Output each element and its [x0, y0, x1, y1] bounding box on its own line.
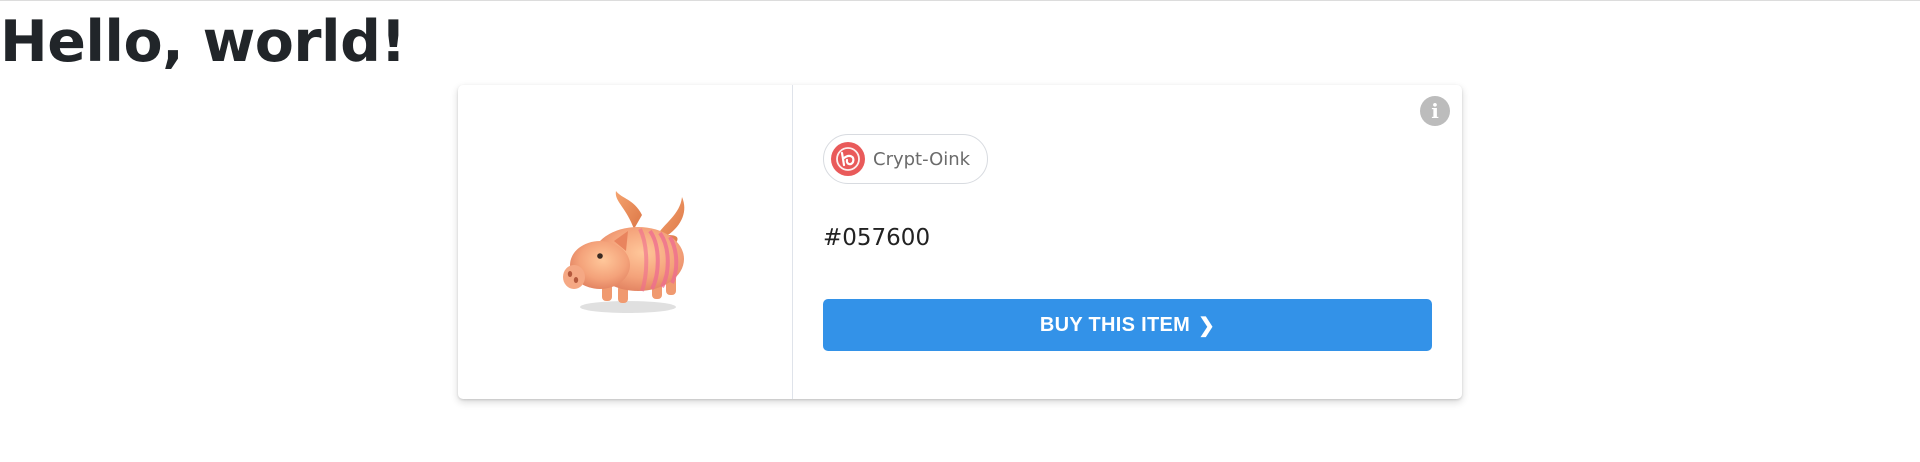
page-title: Hello, world! [0, 9, 406, 75]
info-icon[interactable]: i [1420, 96, 1450, 126]
item-card: i Crypt-Oink #057600 BUY THIS ITEM ❯ [458, 85, 1462, 399]
collection-badge[interactable]: Crypt-Oink [823, 134, 989, 184]
crypt-oink-logo-icon [831, 142, 865, 176]
item-image-panel [458, 85, 793, 399]
top-divider [0, 0, 1920, 1]
buy-button-label: BUY THIS ITEM [1039, 313, 1191, 336]
item-id: #057600 [823, 225, 931, 251]
item-image [563, 191, 685, 313]
collection-name: Crypt-Oink [873, 148, 971, 170]
chevron-right-icon: ❯ [1198, 314, 1216, 337]
buy-item-button[interactable]: BUY THIS ITEM ❯ [823, 299, 1432, 351]
